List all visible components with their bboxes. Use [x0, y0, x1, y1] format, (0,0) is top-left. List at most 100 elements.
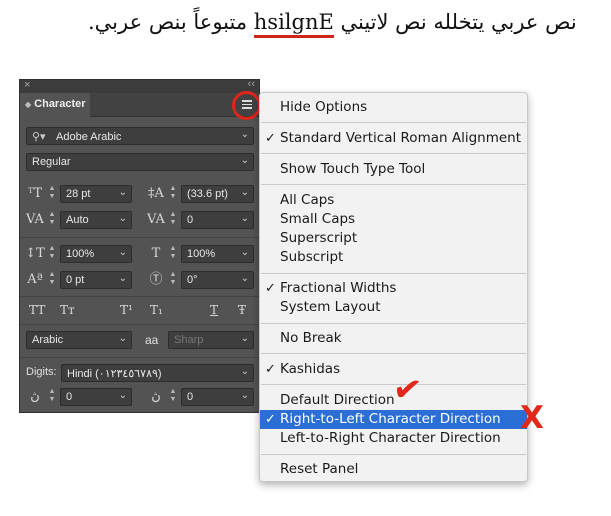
- chevron-down-icon: ⌄: [118, 390, 127, 401]
- menu-item-label: Standard Vertical Roman Alignment: [280, 130, 522, 146]
- tracking-icon: VA: [147, 212, 165, 227]
- language-value: Arabic: [32, 334, 64, 346]
- chevron-down-icon: ⌄: [118, 247, 127, 258]
- font-size-input[interactable]: 28 pt ⌄: [60, 185, 132, 203]
- menu-item-standard-vertical-roman-alignment[interactable]: ✓ Standard Vertical Roman Alignment: [260, 129, 527, 148]
- diacritic-x-stepper[interactable]: ▲ ▼: [47, 388, 57, 406]
- menu-item-right-to-left-direction[interactable]: ✓ Right-to-Left Character Direction: [260, 410, 527, 429]
- chevron-down-icon: ⌄: [240, 273, 249, 284]
- leading-icon: ‡A: [148, 186, 164, 201]
- leading-value: (33.6 pt): [187, 188, 228, 200]
- language-select[interactable]: Arabic ⌄: [26, 331, 132, 349]
- menu-item-subscript[interactable]: Subscript: [260, 248, 527, 267]
- kerning-input[interactable]: Auto ⌄: [60, 211, 132, 229]
- checkmark-icon: ✓: [265, 131, 276, 146]
- diacritic-y-stepper[interactable]: ▲ ▼: [168, 388, 178, 406]
- menu-item-label: Reset Panel: [280, 461, 359, 477]
- menu-item-label: Hide Options: [280, 99, 368, 115]
- menu-item-show-touch-type-tool[interactable]: Show Touch Type Tool: [260, 160, 527, 179]
- vertical-scale-stepper[interactable]: ▲ ▼: [47, 245, 57, 263]
- caption-line: نص عربي يتخلله نص لاتيني hsilgnE متبوعاً…: [0, 10, 611, 50]
- horizontal-scale-stepper[interactable]: ▲ ▼: [168, 245, 178, 263]
- tab-character[interactable]: ◆ Character: [20, 93, 90, 117]
- menu-item-hide-options[interactable]: Hide Options: [260, 98, 527, 117]
- leading-stepper[interactable]: ▲ ▼: [168, 185, 178, 203]
- menu-separator: [261, 454, 526, 455]
- tab-options-icon: ◆: [25, 100, 32, 109]
- menu-separator: [261, 153, 526, 154]
- baseline-shift-input[interactable]: 0 pt ⌄: [60, 271, 132, 289]
- diacritic-x-input[interactable]: 0 ⌄: [60, 388, 132, 406]
- baseline-shift-icon: Aª: [27, 272, 43, 287]
- font-family-select[interactable]: ⚲▾ Adobe Arabic ⌄: [26, 127, 254, 145]
- tracking-input[interactable]: 0 ⌄: [181, 211, 254, 229]
- kerning-stepper[interactable]: ▲ ▼: [47, 211, 57, 229]
- font-family-value: Adobe Arabic: [56, 131, 122, 143]
- vertical-scale-input[interactable]: 100% ⌄: [60, 245, 132, 263]
- menu-item-label: Left-to-Right Character Direction: [280, 430, 501, 446]
- diacritic-y-input[interactable]: 0 ⌄: [181, 388, 254, 406]
- diacritic-x-value: 0: [66, 391, 73, 403]
- close-icon[interactable]: ×: [24, 79, 30, 91]
- rotation-stepper[interactable]: ▲ ▼: [168, 271, 178, 289]
- tab-character-label: Character: [34, 98, 86, 110]
- baseline-shift-value: 0 pt: [66, 274, 85, 286]
- menu-item-label: Kashidas: [280, 361, 341, 377]
- leading-input[interactable]: (33.6 pt) ⌄: [181, 185, 254, 203]
- rotation-value: 0°: [187, 274, 198, 286]
- superscript-button[interactable]: T¹: [120, 303, 133, 319]
- menu-item-label: All Caps: [280, 192, 335, 208]
- menu-item-fractional-widths[interactable]: ✓ Fractional Widths: [260, 279, 527, 298]
- chevron-down-icon: ⌄: [118, 187, 127, 198]
- menu-item-label: Subscript: [280, 249, 344, 265]
- caption-arabic-start: نص عربي يتخلله نص لاتيني: [333, 10, 577, 34]
- divider: [20, 296, 259, 297]
- strikethrough-button[interactable]: Ŧ: [238, 303, 246, 319]
- caption-latin-word: hsilgnE: [253, 10, 334, 34]
- font-size-value: 28 pt: [66, 188, 91, 200]
- menu-item-system-layout[interactable]: System Layout: [260, 298, 527, 317]
- collapse-icon[interactable]: ‹‹: [248, 78, 255, 90]
- menu-item-small-caps[interactable]: Small Caps: [260, 210, 527, 229]
- font-style-value: Regular: [32, 156, 71, 168]
- divider: [20, 357, 259, 358]
- diacritic-x-icon: ڽ: [30, 389, 40, 404]
- chevron-down-icon: ⌄: [240, 213, 249, 224]
- menu-item-all-caps[interactable]: All Caps: [260, 191, 527, 210]
- digits-value: Hindi (٠١٢٣٤٥٦٧٨٩): [67, 368, 162, 380]
- search-icon: ⚲▾: [32, 131, 46, 143]
- chevron-down-icon: ⌄: [118, 273, 127, 284]
- antialias-icon: aa: [145, 333, 159, 347]
- panel-titlebar: × ‹‹: [20, 78, 259, 93]
- horizontal-scale-input[interactable]: 100% ⌄: [181, 245, 254, 263]
- all-caps-button[interactable]: TT: [29, 303, 45, 319]
- menu-item-label: System Layout: [280, 299, 381, 315]
- chevron-down-icon: ⌄: [240, 247, 249, 258]
- menu-item-label: No Break: [280, 330, 342, 346]
- antialias-select[interactable]: Sharp ⌄: [168, 331, 254, 349]
- font-size-stepper[interactable]: ▲ ▼: [47, 185, 57, 203]
- underline-button[interactable]: T: [210, 303, 218, 319]
- menu-item-reset-panel[interactable]: Reset Panel: [260, 460, 527, 479]
- panel-flyout-menu: Hide Options ✓ Standard Vertical Roman Al…: [259, 92, 528, 482]
- checkmark-icon: ✓: [265, 281, 276, 296]
- panel-tab-row: ◆ Character: [20, 93, 259, 117]
- tracking-stepper[interactable]: ▲ ▼: [168, 211, 178, 229]
- small-caps-button[interactable]: Tт: [60, 303, 75, 319]
- kerning-value: Auto: [66, 214, 89, 226]
- chevron-down-icon: ⌄: [240, 187, 249, 198]
- subscript-button[interactable]: T₁: [150, 303, 163, 319]
- rotation-input[interactable]: 0° ⌄: [181, 271, 254, 289]
- baseline-shift-stepper[interactable]: ▲ ▼: [47, 271, 57, 289]
- menu-item-left-to-right-direction[interactable]: Left-to-Right Character Direction: [260, 429, 527, 448]
- digits-select[interactable]: Hindi (٠١٢٣٤٥٦٧٨٩) ⌄: [61, 364, 254, 382]
- menu-item-kashidas[interactable]: ✓ Kashidas: [260, 360, 527, 379]
- caption-arabic-end: متبوعاً بنص عربي.: [88, 10, 254, 34]
- chevron-down-icon: ⌄: [240, 390, 249, 401]
- menu-item-superscript[interactable]: Superscript: [260, 229, 527, 248]
- menu-item-no-break[interactable]: No Break: [260, 329, 527, 348]
- font-style-select[interactable]: Regular ⌄: [26, 153, 254, 171]
- character-panel: × ‹‹ ◆ Character ⚲▾ Adobe Arabic ⌄ Regular ⌄…: [19, 78, 260, 413]
- horizontal-scale-icon: T: [151, 246, 161, 261]
- red-x-annotation: X: [520, 400, 544, 436]
